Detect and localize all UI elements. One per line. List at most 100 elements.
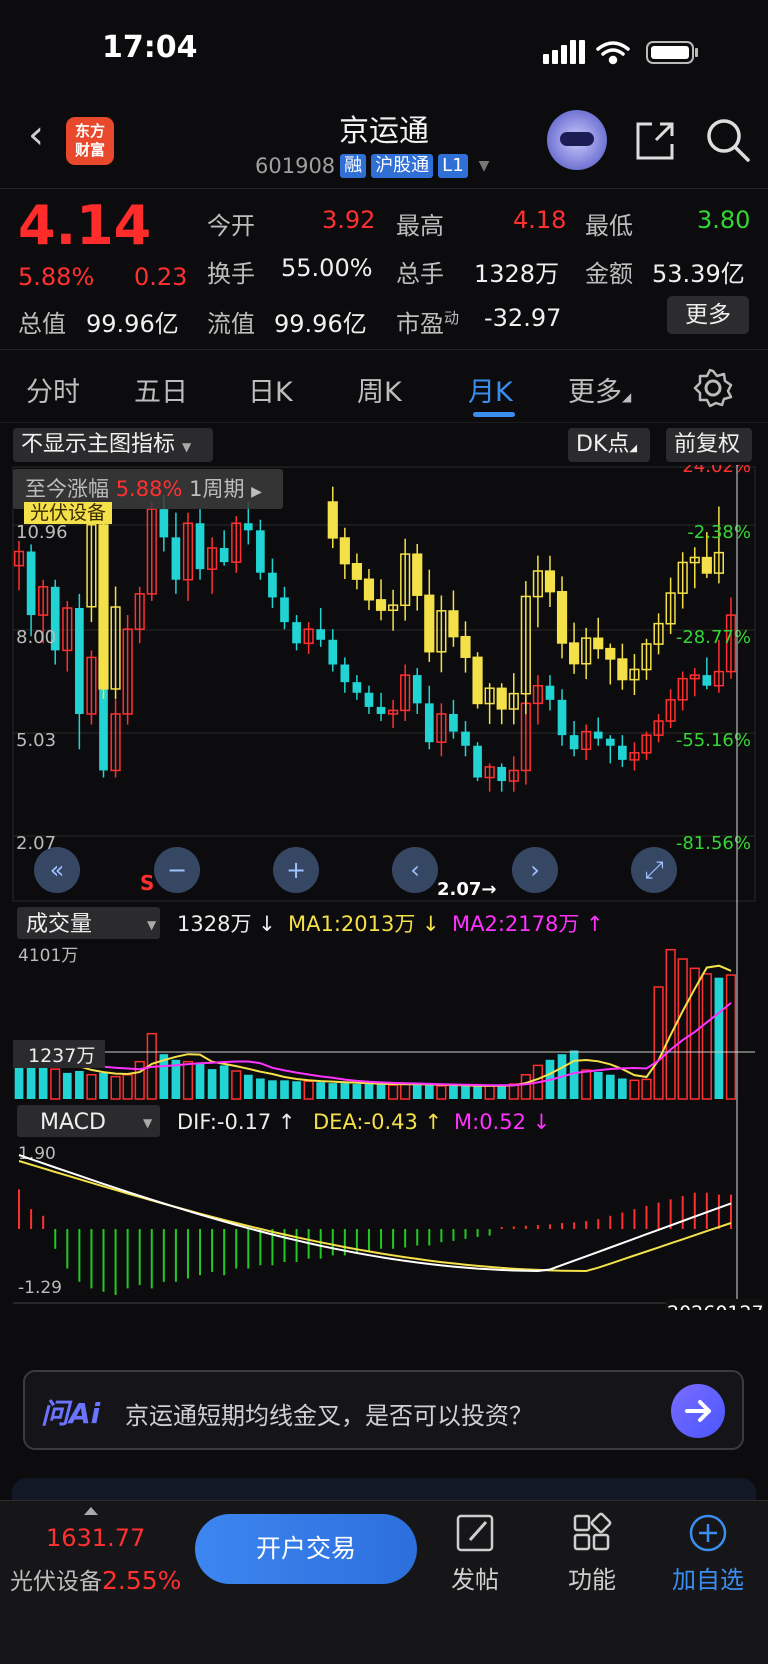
volume-bar xyxy=(268,1080,277,1099)
dropdown-arrow-icon: ▼ xyxy=(147,918,157,932)
share-icon[interactable] xyxy=(632,118,678,164)
pe-label: 市盈动 xyxy=(396,304,459,339)
zoom-out-icon: − xyxy=(167,856,187,884)
pct-axis-label: -2.38% xyxy=(687,522,751,543)
volume-bar xyxy=(195,1063,205,1099)
index-change: 2.55% xyxy=(102,1566,182,1595)
candle-body xyxy=(316,629,326,640)
volume-bar xyxy=(388,1084,399,1100)
macd-dif-line xyxy=(18,1154,732,1273)
volume-bar xyxy=(665,948,676,1100)
post-label: 发帖 xyxy=(451,1566,499,1594)
volume-bar xyxy=(520,1073,531,1100)
candle-body xyxy=(424,703,434,743)
overlay-candle-body xyxy=(556,591,568,644)
search-icon[interactable] xyxy=(704,116,752,164)
assistant-avatar-icon[interactable] xyxy=(547,110,607,170)
active-tab-indicator xyxy=(473,412,515,417)
sector-badge[interactable]: 光伏设备 xyxy=(24,502,113,524)
macd-dea-line xyxy=(18,1160,732,1273)
more-button[interactable]: 更多 xyxy=(667,296,749,334)
volume-ma1: MA1:2013万 ↓ xyxy=(288,912,440,936)
volume-bar xyxy=(424,1085,434,1099)
kline-chart[interactable]: 10.968.005.032.0724.02%-2.38%-28.77%-55.… xyxy=(0,465,768,1310)
post-button[interactable]: 发帖 xyxy=(420,1512,530,1595)
volume-bar xyxy=(701,973,712,1100)
functions-button[interactable]: 功能 xyxy=(537,1512,647,1595)
volume-bar xyxy=(122,1073,133,1100)
expand-up-icon[interactable] xyxy=(84,1507,98,1515)
volume-bar xyxy=(376,1084,386,1099)
turnover-label: 换手 xyxy=(207,260,255,288)
tab-more-label: 更多 xyxy=(568,377,622,408)
dk-point-label: DK点 xyxy=(576,432,630,457)
volume-bar xyxy=(75,1071,84,1099)
open-label: 今开 xyxy=(207,212,255,240)
dropdown-caret-icon: ▼ xyxy=(478,158,490,174)
tab-monthly[interactable]: 月K xyxy=(468,370,513,409)
overlay-candle-body xyxy=(375,599,387,611)
tab-more[interactable]: 更多◢ xyxy=(568,370,631,409)
volume-bar xyxy=(461,1085,470,1099)
overlay-candle-body xyxy=(617,658,628,681)
volume-value: 1328万 xyxy=(474,260,560,288)
overlay-candle-body xyxy=(593,637,604,650)
tag-margin: 融 xyxy=(340,154,367,178)
overlay-candle-body xyxy=(569,642,580,665)
low-label: 最低 xyxy=(585,212,633,240)
float-label: 流值 xyxy=(207,310,255,338)
add-watchlist-label: 加自选 xyxy=(672,1566,744,1594)
volume-bar xyxy=(484,1085,495,1100)
dk-point-button[interactable]: DK点◢ xyxy=(568,428,650,462)
float-value: 99.96亿 xyxy=(274,310,367,338)
crosshair-date-label: 20260127 xyxy=(667,1302,764,1310)
volume-bar xyxy=(134,1060,145,1100)
high-value: 4.18 xyxy=(513,206,567,234)
volume-bar xyxy=(714,977,724,1099)
pct-axis-label: -81.56% xyxy=(676,833,751,854)
caret-icon: ◢ xyxy=(622,390,632,404)
volume-bar xyxy=(677,958,688,1100)
overlay-candle-body xyxy=(412,553,423,596)
open-value: 3.92 xyxy=(322,206,376,234)
dropdown-arrow-icon: ▼ xyxy=(143,1116,153,1130)
stock-code-line[interactable]: 601908 融 沪股通 L1 ▼ xyxy=(255,154,489,178)
volume-bar xyxy=(50,1068,61,1100)
tab-daily[interactable]: 日K xyxy=(248,370,293,409)
tab-weekly[interactable]: 周K xyxy=(357,370,402,409)
scroll-left-icon: ‹ xyxy=(410,856,420,884)
candle-body xyxy=(292,622,301,644)
volume-label: 总手 xyxy=(396,260,444,288)
add-watchlist-button[interactable]: 加自选 xyxy=(653,1512,763,1595)
volume-bar xyxy=(99,1072,108,1099)
candle-body xyxy=(364,692,374,707)
tab-five-day[interactable]: 五日 xyxy=(134,370,188,409)
index-value[interactable]: 1631.77 xyxy=(46,1524,145,1552)
indicator-select[interactable]: 不显示主图指标 ▼ xyxy=(13,428,213,462)
overlay-candle-body xyxy=(363,578,375,601)
ai-send-button[interactable] xyxy=(671,1384,725,1438)
candle-body xyxy=(340,664,350,683)
pe-value: -32.97 xyxy=(484,304,562,332)
tab-intraday[interactable]: 分时 xyxy=(26,370,80,409)
candle-body xyxy=(702,675,712,686)
overlay-candle-body xyxy=(496,687,507,710)
candle-body xyxy=(593,731,603,739)
adjust-button[interactable]: 前复权 xyxy=(666,428,752,462)
ai-assistant-bar[interactable]: 问Ai 京运通短期均线金叉，是否可以投资？ xyxy=(23,1370,744,1450)
candle-body xyxy=(26,551,36,616)
candle-body xyxy=(449,713,458,732)
index-line[interactable]: 光伏设备2.55% xyxy=(10,1562,181,1596)
candle-body xyxy=(268,572,277,598)
macd-dea: DEA:-0.43 ↑ xyxy=(313,1110,442,1134)
open-account-button[interactable]: 开户交易 xyxy=(195,1514,417,1584)
settings-gear-icon[interactable] xyxy=(693,368,733,408)
range-value: 5.88% xyxy=(115,477,183,501)
volume-bar xyxy=(725,974,737,1100)
volume-bar xyxy=(62,1072,72,1099)
pct-axis-label: -55.16% xyxy=(676,730,751,751)
status-bar: 17:04 xyxy=(0,0,768,100)
fast-back-icon: « xyxy=(50,856,65,884)
status-time: 17:04 xyxy=(102,30,198,65)
volume-bar xyxy=(340,1083,350,1099)
